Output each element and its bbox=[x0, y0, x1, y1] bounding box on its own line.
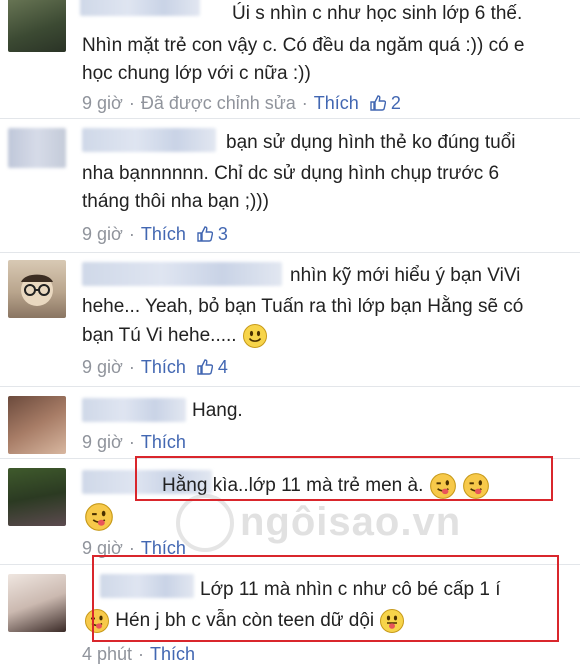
glasses-face-icon bbox=[21, 274, 53, 306]
comment-meta: 4 phút · Thích bbox=[82, 644, 196, 664]
comment-text: bạn sử dụng hình thẻ ko đúng tuổi bbox=[226, 132, 516, 153]
comment-1: Úi s nhìn c như học sinh lớp 6 thế. Nhìn… bbox=[0, 0, 580, 119]
comment-text: Hang. bbox=[192, 400, 243, 421]
comment-meta: 9 giờ · Đã được chỉnh sửa · Thích 2 bbox=[82, 93, 401, 113]
like-count[interactable]: 2 bbox=[391, 93, 401, 113]
watermark-logo-icon bbox=[176, 494, 234, 552]
thumbs-up-icon[interactable] bbox=[197, 359, 213, 375]
comment-text: nha bạnnnnnn. Chỉ dc sử dụng hình chụp t… bbox=[82, 163, 500, 184]
watermark: ngôisao.vn bbox=[240, 500, 462, 544]
like-link[interactable]: Thích bbox=[150, 644, 195, 664]
like-link[interactable]: Thích bbox=[141, 224, 186, 244]
comment-text: Úi s nhìn c như học sinh lớp 6 thế. bbox=[232, 3, 523, 24]
thumbs-up-icon[interactable] bbox=[197, 226, 213, 242]
edited-label[interactable]: Đã được chỉnh sửa bbox=[141, 93, 296, 113]
timestamp[interactable]: 9 giờ bbox=[82, 93, 123, 113]
like-link[interactable]: Thích bbox=[314, 93, 359, 113]
avatar[interactable] bbox=[8, 468, 66, 526]
avatar[interactable] bbox=[8, 260, 66, 318]
comment-4: Hang. 9 giờ · Thích bbox=[0, 386, 580, 459]
thumbs-up-icon[interactable] bbox=[370, 95, 386, 111]
timestamp[interactable]: 4 phút bbox=[82, 644, 132, 664]
comment-text: hehe... Yeah, bỏ bạn Tuấn ra thì lớp bạn… bbox=[82, 296, 524, 317]
wink-tongue-emoji-icon bbox=[85, 503, 113, 531]
avatar[interactable] bbox=[8, 396, 66, 454]
comment-text: tháng thôi nha bạn ;))) bbox=[82, 191, 269, 212]
like-link[interactable]: Thích bbox=[141, 357, 186, 377]
timestamp[interactable]: 9 giờ bbox=[82, 224, 123, 244]
timestamp[interactable]: 9 giờ bbox=[82, 357, 123, 377]
comment-text: bạn Tú Vi hehe..... bbox=[82, 323, 268, 349]
commenter-name[interactable] bbox=[82, 262, 282, 286]
comment-3: nhìn kỹ mới hiểu ý bạn ViVi hehe... Yeah… bbox=[0, 252, 580, 387]
commenter-name[interactable] bbox=[80, 0, 200, 16]
like-link[interactable]: Thích bbox=[141, 432, 186, 452]
smile-emoji-icon bbox=[242, 324, 267, 348]
comment-meta: 9 giờ · Thích 3 bbox=[82, 224, 228, 244]
timestamp[interactable]: 9 giờ bbox=[82, 432, 123, 452]
avatar[interactable] bbox=[8, 0, 66, 52]
like-count[interactable]: 4 bbox=[218, 357, 228, 377]
comment-meta: 9 giờ · Thích 4 bbox=[82, 357, 228, 377]
comment-meta: 9 giờ · Thích bbox=[82, 432, 186, 452]
commenter-name[interactable] bbox=[82, 128, 216, 152]
comment-text: Nhìn mặt trẻ con vậy c. Có đều da ngăm q… bbox=[82, 35, 525, 56]
comment-text: nhìn kỹ mới hiểu ý bạn ViVi bbox=[290, 265, 521, 286]
highlight-box bbox=[135, 456, 553, 501]
comment-text-part: bạn Tú Vi hehe..... bbox=[82, 325, 237, 347]
comment-text: học chung lớp với c nữa :)) bbox=[82, 63, 311, 84]
commenter-name[interactable] bbox=[82, 398, 186, 422]
like-count[interactable]: 3 bbox=[218, 224, 228, 244]
avatar[interactable] bbox=[8, 128, 66, 168]
highlight-box bbox=[92, 555, 559, 642]
avatar[interactable] bbox=[8, 574, 66, 632]
comment-2: bạn sử dụng hình thẻ ko đúng tuổi nha bạ… bbox=[0, 118, 580, 253]
